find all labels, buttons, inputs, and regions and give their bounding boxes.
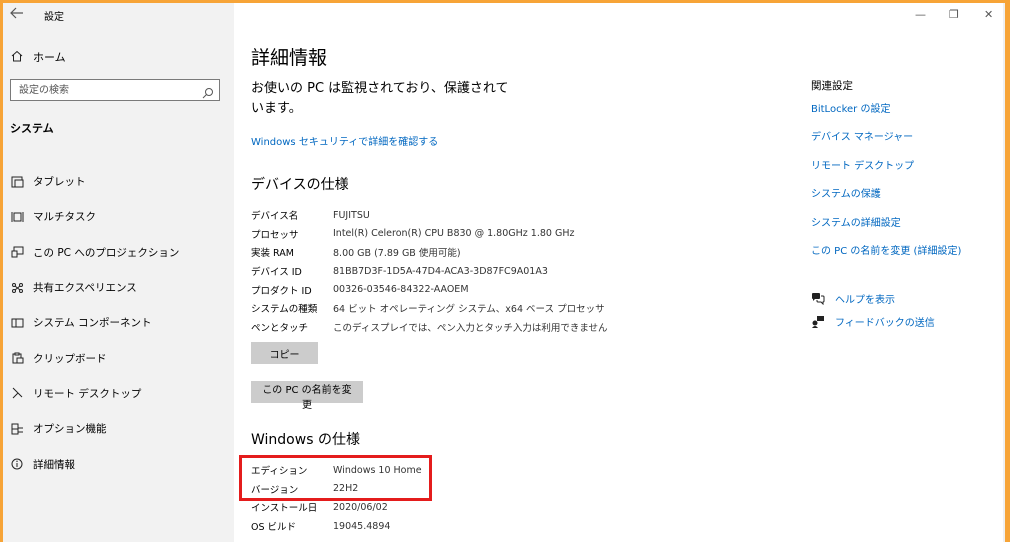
spec-key: インストール日 — [251, 503, 318, 515]
sidebar-item-multitask[interactable]: マルチタスク — [3, 199, 234, 234]
search-icon[interactable] — [202, 84, 214, 99]
spec-key: OS ビルド — [251, 522, 297, 534]
advanced-system-settings-link[interactable]: システムの詳細設定 — [811, 214, 901, 229]
projection-icon — [10, 246, 24, 258]
spec-value: 2020/06/02 — [333, 501, 388, 513]
spec-row-system-type: システムの種類 64 ビット オペレーティング システム、x64 ベース プロセッ… — [251, 299, 608, 318]
settings-window: 設定 ホーム システム タブレット — [3, 3, 1005, 542]
spec-row-device-name: デバイス名 FUJITSU — [251, 206, 608, 225]
device-spec-heading: デバイスの仕様 — [251, 177, 349, 193]
sidebar-item-optional-features[interactable]: オプション機能 — [3, 411, 234, 446]
multitask-icon — [10, 211, 24, 223]
sidebar-item-about[interactable]: 詳細情報 — [3, 446, 234, 481]
spec-value: 19045.4894 — [333, 520, 391, 532]
spec-value: 64 ビット オペレーティング システム、x64 ベース プロセッサ — [333, 304, 605, 316]
rename-pc-advanced-link[interactable]: この PC の名前を変更 (詳細設定) — [811, 242, 961, 257]
spec-row-os-build: OS ビルド 19045.4894 — [251, 517, 422, 536]
feedback-icon — [811, 315, 825, 328]
sidebar-item-label: タブレット — [33, 176, 86, 189]
copy-button[interactable]: コピー — [251, 342, 318, 364]
remote-desktop-link[interactable]: リモート デスクトップ — [811, 157, 914, 172]
sidebar-item-label: クリップボード — [33, 352, 107, 365]
sidebar-item-label: システム コンポーネント — [33, 317, 152, 330]
sidebar-item-label: リモート デスクトップ — [33, 387, 142, 400]
sidebar: 設定 ホーム システム タブレット — [3, 3, 234, 542]
spec-value: 00326-03546-84322-AAOEM — [333, 284, 469, 296]
spec-value: Intel(R) Celeron(R) CPU B830 @ 1.80GHz 1… — [333, 228, 575, 240]
help-chat-icon — [811, 292, 825, 305]
window-edge — [1003, 3, 1005, 542]
spec-value: 81BB7D3F-1D5A-47D4-ACA3-3D87FC9A01A3 — [333, 265, 548, 277]
sidebar-item-clipboard[interactable]: クリップボード — [3, 340, 234, 375]
spec-key: プロダクト ID — [251, 285, 312, 297]
get-help-link[interactable]: ヘルプを表示 — [811, 291, 895, 306]
sidebar-item-label: 詳細情報 — [33, 458, 75, 471]
sidebar-item-label: マルチタスク — [33, 211, 96, 224]
search-box[interactable] — [10, 79, 220, 101]
sidebar-nav: タブレット マルチタスク この PC へのプロジェクション 共有エクスペリエンス — [3, 164, 234, 482]
protection-status-message: お使いの PC は監視されており、保護されています。 — [251, 81, 509, 116]
get-help-label: ヘルプを表示 — [835, 295, 895, 306]
sidebar-item-label: オプション機能 — [33, 423, 107, 436]
sidebar-item-label: 共有エクスペリエンス — [33, 282, 137, 295]
spec-key: システムの種類 — [251, 304, 318, 316]
spec-value: 8.00 GB (7.89 GB 使用可能) — [333, 248, 461, 260]
sidebar-item-tablet[interactable]: タブレット — [3, 164, 234, 199]
app-title: 設定 — [44, 12, 64, 23]
spec-key: 実装 RAM — [251, 248, 294, 260]
back-arrow-icon[interactable] — [10, 7, 28, 21]
info-icon — [10, 458, 24, 470]
spec-key: ペンとタッチ — [251, 322, 309, 334]
windows-spec-heading: Windows の仕様 — [251, 432, 360, 448]
home-icon — [11, 50, 25, 65]
spec-row-product-id: プロダクト ID 00326-03546-84322-AAOEM — [251, 280, 608, 299]
sidebar-item-remote-desktop[interactable]: リモート デスクトップ — [3, 376, 234, 411]
share-icon — [10, 282, 24, 294]
spec-value: このディスプレイでは、ペン入力とタッチ入力は利用できません — [333, 322, 608, 334]
rename-pc-button[interactable]: この PC の名前を変更 — [251, 381, 363, 411]
bitlocker-settings-link[interactable]: BitLocker の設定 — [811, 100, 890, 115]
send-feedback-label: フィードバックの送信 — [835, 318, 935, 329]
spec-key: デバイス ID — [251, 267, 302, 279]
related-settings-heading: 関連設定 — [811, 80, 853, 92]
tablet-icon — [10, 176, 24, 188]
clipboard-icon — [10, 352, 24, 364]
windows-security-link[interactable]: Windows セキュリティで詳細を確認する — [251, 133, 438, 148]
sidebar-item-projection[interactable]: この PC へのプロジェクション — [3, 235, 234, 270]
spec-row-device-id: デバイス ID 81BB7D3F-1D5A-47D4-ACA3-3D87FC9A0… — [251, 262, 608, 281]
search-input[interactable] — [19, 82, 199, 98]
highlight-annotation-box — [239, 455, 432, 501]
spec-key: プロセッサ — [251, 229, 299, 241]
spec-row-pen-touch: ペンとタッチ このディスプレイでは、ペン入力とタッチ入力は利用できません — [251, 318, 608, 337]
sidebar-item-home[interactable]: ホーム — [3, 45, 234, 69]
device-manager-link[interactable]: デバイス マネージャー — [811, 128, 913, 143]
device-spec-table: デバイス名 FUJITSU プロセッサ Intel(R) Celeron(R) CP… — [251, 206, 608, 336]
related-settings-panel: 関連設定 BitLocker の設定 デバイス マネージャー リモート デスクト… — [811, 3, 1001, 542]
system-protection-link[interactable]: システムの保護 — [811, 185, 881, 200]
spec-row-processor: プロセッサ Intel(R) Celeron(R) CPU B830 @ 1.80… — [251, 225, 608, 244]
sidebar-section-title: システム — [10, 122, 54, 135]
page-title: 詳細情報 — [251, 47, 328, 69]
sidebar-item-label: この PC へのプロジェクション — [33, 246, 180, 259]
sidebar-item-shared-experiences[interactable]: 共有エクスペリエンス — [3, 270, 234, 305]
optional-features-icon — [10, 423, 24, 435]
sidebar-item-system-components[interactable]: システム コンポーネント — [3, 305, 234, 340]
sidebar-item-label: ホーム — [33, 51, 66, 64]
component-icon — [10, 317, 24, 329]
remote-desktop-icon — [10, 387, 24, 399]
spec-row-ram: 実装 RAM 8.00 GB (7.89 GB 使用可能) — [251, 243, 608, 262]
spec-key: デバイス名 — [251, 211, 299, 223]
spec-value: FUJITSU — [333, 209, 370, 221]
send-feedback-link[interactable]: フィードバックの送信 — [811, 314, 935, 329]
